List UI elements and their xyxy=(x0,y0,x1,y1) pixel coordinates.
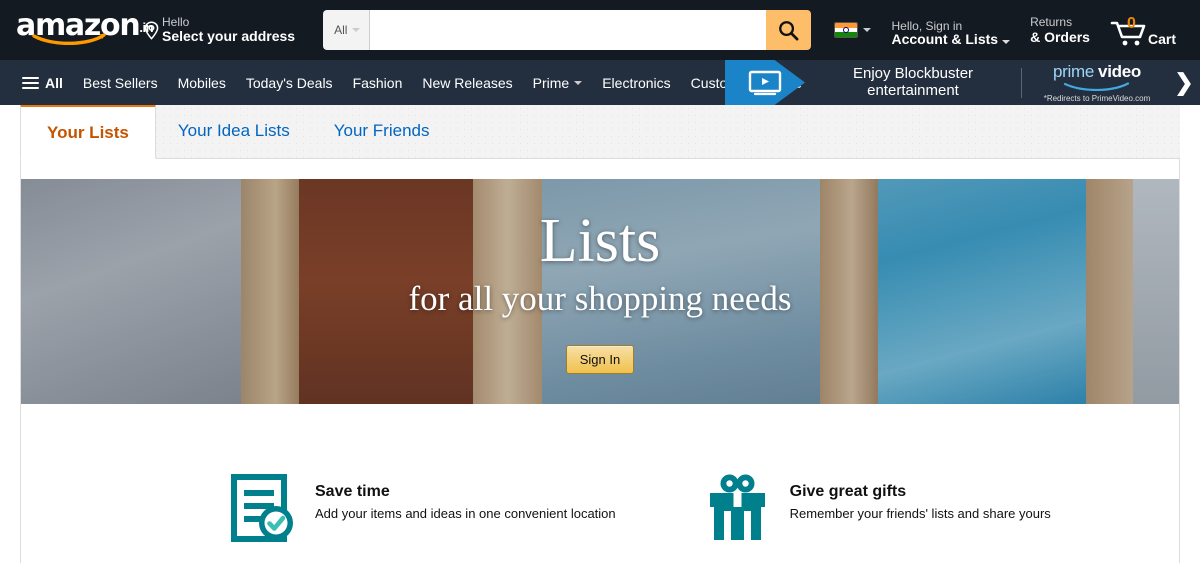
gift-box-icon xyxy=(709,474,765,540)
hero-sign-in-button[interactable]: Sign In xyxy=(566,344,634,374)
nav-item-prime[interactable]: Prime xyxy=(523,66,593,100)
promo-brand-video: video xyxy=(1098,62,1141,81)
chevron-down-icon xyxy=(352,28,361,32)
search-icon xyxy=(779,20,799,40)
feature-description: Remember your friends' lists and share y… xyxy=(789,506,1051,521)
feature-description: Add your items and ideas in one convenie… xyxy=(315,506,616,521)
main-navigation: All Best Sellers Mobiles Today's Deals F… xyxy=(0,60,1200,105)
promo-disclaimer: *Redirects to PrimeVideo.com xyxy=(1043,94,1151,103)
feature-heading: Give great gifts xyxy=(789,483,907,500)
tab-your-idea-lists[interactable]: Your Idea Lists xyxy=(156,104,312,158)
country-selector[interactable] xyxy=(821,6,881,54)
chevron-down-icon xyxy=(863,28,872,32)
tab-label: Your Friends xyxy=(333,121,430,140)
search-bar: All xyxy=(323,10,812,50)
tab-label: Your Idea Lists xyxy=(177,121,290,140)
account-and-lists[interactable]: Hello, Sign in Account & Lists xyxy=(881,6,1020,54)
prime-video-logo: prime video *Redirects to PrimeVideo.com xyxy=(1022,62,1172,103)
logo-tld: .in xyxy=(139,20,154,35)
chevron-down-icon xyxy=(574,80,583,85)
nav-item-all[interactable]: All xyxy=(12,66,73,100)
tab-your-lists[interactable]: Your Lists xyxy=(20,104,156,159)
page-body: Your Lists Your Idea Lists Your Friends … xyxy=(0,104,1200,563)
features-section: Save time Add your items and ideas in on… xyxy=(21,404,1179,542)
shopping-cart-icon: 0 xyxy=(1110,15,1146,49)
tv-play-icon xyxy=(748,70,782,95)
nav-label: Today's Deals xyxy=(245,74,333,91)
deliver-to-address: Select your address xyxy=(162,27,296,44)
nav-item-todays-deals[interactable]: Today's Deals xyxy=(236,66,343,100)
returns-and-orders[interactable]: Returns & Orders xyxy=(1020,6,1100,54)
amazon-smile-icon xyxy=(1063,82,1130,91)
promo-headline-line2: entertainment xyxy=(867,81,959,99)
amazon-logo[interactable]: amazon.in xyxy=(6,6,154,54)
india-flag-icon xyxy=(834,22,859,38)
hero-title: Lists xyxy=(539,207,661,276)
feature-heading: Save time xyxy=(315,483,390,500)
chevron-down-icon xyxy=(1002,40,1011,44)
tab-label: Your Lists xyxy=(47,122,129,142)
hamburger-menu-icon xyxy=(22,76,39,89)
lists-tab-bar: Your Lists Your Idea Lists Your Friends xyxy=(20,104,1180,159)
hero-section: Lists for all your shopping needs Sign I… xyxy=(21,159,1179,404)
hero-subtitle: for all your shopping needs xyxy=(408,278,792,318)
returns-line2: & Orders xyxy=(1030,29,1090,45)
nav-item-fashion[interactable]: Fashion xyxy=(343,66,413,100)
promo-headline: Enjoy Blockbuster entertainment xyxy=(805,64,1021,100)
feature-give-great-gifts: Give great gifts Remember your friends' … xyxy=(706,474,1051,542)
search-category-label: All xyxy=(334,23,348,37)
promo-arrow-shape xyxy=(725,60,805,105)
cart-label: Cart xyxy=(1147,31,1176,47)
nav-all-label: All xyxy=(45,74,63,91)
nav-label: Best Sellers xyxy=(82,74,158,91)
nav-label: Electronics xyxy=(602,74,671,91)
account-label: Account & Lists xyxy=(891,31,999,48)
search-input[interactable] xyxy=(370,10,767,50)
document-check-icon xyxy=(231,474,293,542)
nav-label: New Releases xyxy=(422,74,513,91)
chevron-right-icon[interactable]: ❯ xyxy=(1172,69,1200,96)
nav-item-mobiles[interactable]: Mobiles xyxy=(168,66,236,100)
nav-item-best-sellers[interactable]: Best Sellers xyxy=(73,66,168,100)
feature-save-time: Save time Add your items and ideas in on… xyxy=(231,474,616,542)
nav-label: Prime xyxy=(532,74,570,91)
promo-brand-prime: prime xyxy=(1053,62,1095,81)
returns-line1: Returns xyxy=(1030,15,1073,29)
search-submit-button[interactable] xyxy=(766,10,812,50)
nav-item-new-releases[interactable]: New Releases xyxy=(412,66,522,100)
amazon-smile-icon xyxy=(32,33,106,45)
prime-video-promo-banner[interactable]: Enjoy Blockbuster entertainment prime vi… xyxy=(725,60,1200,105)
tab-your-friends[interactable]: Your Friends xyxy=(312,104,452,158)
hero-banner: Lists for all your shopping needs Sign I… xyxy=(21,179,1179,404)
nav-label: Mobiles xyxy=(177,74,226,91)
search-category-dropdown[interactable]: All xyxy=(323,10,371,50)
nav-label: Fashion xyxy=(352,74,403,91)
nav-item-electronics[interactable]: Electronics xyxy=(592,66,680,100)
deliver-to-selector[interactable]: Hello Select your address xyxy=(134,6,305,54)
cart-button[interactable]: 0 Cart xyxy=(1100,6,1186,54)
cart-count: 0 xyxy=(1126,15,1136,32)
lists-content-card: Your Lists Your Idea Lists Your Friends … xyxy=(20,104,1180,563)
promo-headline-line1: Enjoy Blockbuster xyxy=(852,64,974,82)
site-header: amazon.in Hello Select your address All xyxy=(0,0,1200,60)
